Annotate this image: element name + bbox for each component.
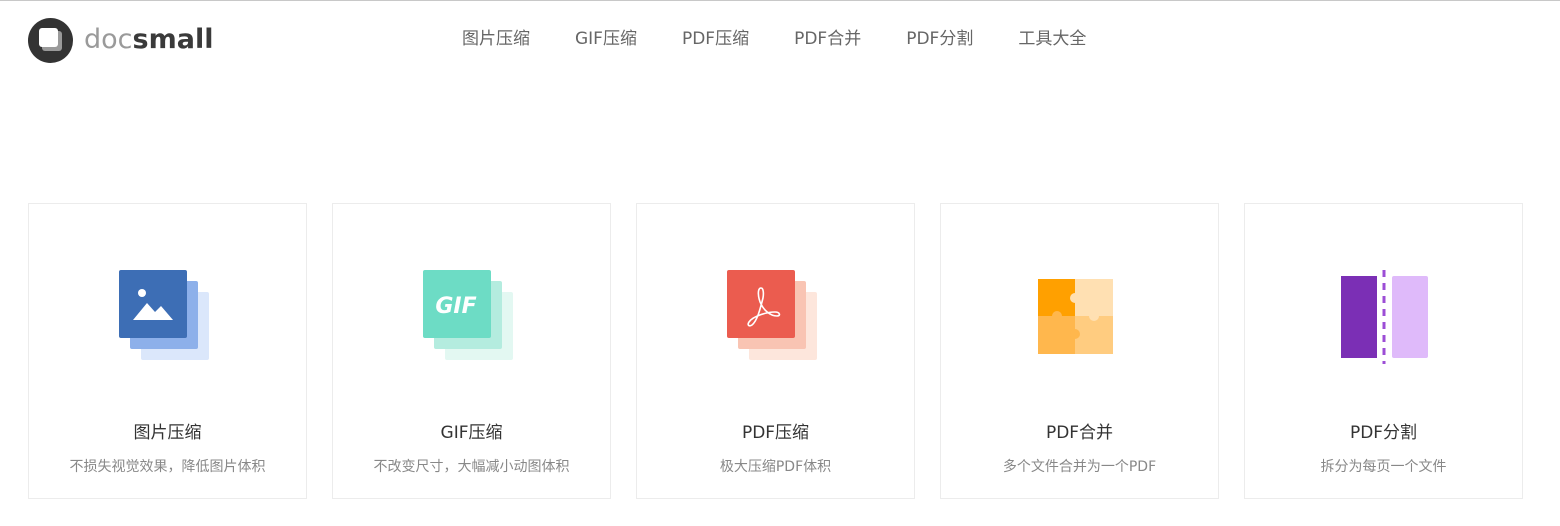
card-pdf-split[interactable]: PDF分割 拆分为每页一个文件 xyxy=(1244,203,1523,499)
logo-link[interactable]: docsmall xyxy=(28,17,213,63)
logo-icon xyxy=(28,17,73,63)
card-title: PDF合并 xyxy=(1045,423,1114,443)
pdf-split-icon xyxy=(1341,270,1428,364)
card-pdf-compress[interactable]: PDF压缩 极大压缩PDF体积 xyxy=(636,203,915,499)
pdf-compress-icon xyxy=(727,270,817,360)
card-gif-compress[interactable]: GIF GIF压缩 不改变尺寸，大幅减小动图体积 xyxy=(332,203,611,499)
card-pdf-merge[interactable]: PDF合并 多个文件合并为一个PDF xyxy=(940,203,1219,499)
card-desc: 极大压缩PDF体积 xyxy=(719,459,832,475)
nav-gif-compress[interactable]: GIF压缩 xyxy=(563,25,649,53)
header: docsmall 图片压缩 GIF压缩 PDF压缩 PDF合并 PDF分割 工具… xyxy=(0,1,1560,77)
nav-pdf-merge[interactable]: PDF合并 xyxy=(782,25,873,53)
card-title: PDF压缩 xyxy=(741,423,810,443)
card-title: GIF压缩 xyxy=(440,423,503,443)
card-image-compress[interactable]: 图片压缩 不损失视觉效果，降低图片体积 xyxy=(28,203,307,499)
card-desc: 拆分为每页一个文件 xyxy=(1320,459,1447,475)
card-desc: 不损失视觉效果，降低图片体积 xyxy=(69,459,266,475)
gif-compress-icon: GIF xyxy=(423,270,513,360)
gif-label: GIF xyxy=(435,294,476,319)
main-nav: 图片压缩 GIF压缩 PDF压缩 PDF合并 PDF分割 工具大全 xyxy=(450,25,1098,53)
logo-text: docsmall xyxy=(84,17,213,63)
card-title: PDF分割 xyxy=(1349,423,1418,443)
nav-pdf-split[interactable]: PDF分割 xyxy=(894,25,985,53)
nav-all-tools[interactable]: 工具大全 xyxy=(1006,25,1098,53)
puzzle-merge-icon xyxy=(1038,279,1113,354)
tool-cards: 图片压缩 不损失视觉效果，降低图片体积 GIF GIF压缩 不改变尺寸，大幅减小… xyxy=(28,203,1523,499)
image-compress-icon xyxy=(119,270,209,360)
nav-pdf-compress[interactable]: PDF压缩 xyxy=(670,25,761,53)
nav-image-compress[interactable]: 图片压缩 xyxy=(450,25,542,53)
card-desc: 不改变尺寸，大幅减小动图体积 xyxy=(373,459,570,475)
logo-text-light: doc xyxy=(84,24,133,55)
logo-text-bold: small xyxy=(132,24,214,55)
card-desc: 多个文件合并为一个PDF xyxy=(1002,459,1157,475)
card-title: 图片压缩 xyxy=(133,423,202,443)
